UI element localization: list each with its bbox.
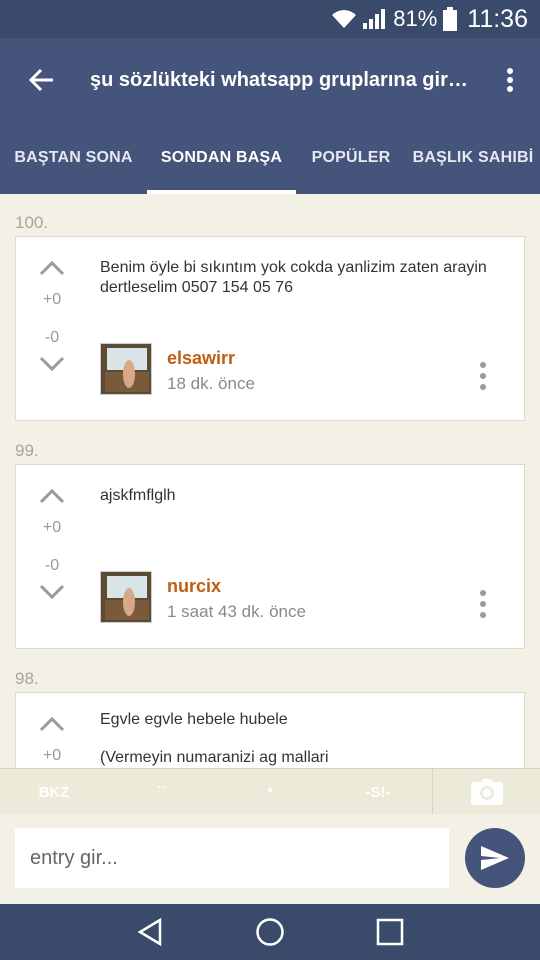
spoiler-button[interactable]: -S!- — [324, 769, 432, 815]
tab-sondan-basa[interactable]: SONDAN BAŞA — [147, 122, 296, 194]
avatar[interactable] — [100, 571, 152, 623]
status-bar: 81% 11:36 — [0, 0, 540, 38]
vote-column: +0 — [16, 715, 88, 765]
back-button[interactable] — [0, 38, 84, 122]
page-title: şu sözlükteki whatsapp gruplarına girmek — [90, 68, 480, 91]
more-vertical-icon — [480, 590, 486, 596]
bkz-button[interactable]: BKZ — [0, 769, 108, 815]
entry-input[interactable] — [15, 828, 449, 888]
star-button[interactable]: * — [216, 769, 324, 815]
entry-text: ajskfmflglh — [100, 487, 176, 504]
entry-time: 18 dk. önce — [167, 374, 255, 393]
downvote-count: -0 — [44, 329, 60, 346]
composer — [0, 814, 540, 904]
entry-number: 98. — [15, 669, 39, 688]
upvote-count: +0 — [42, 519, 62, 536]
entry-text-line: (Vermeyin numaranizi ag mallari — [100, 749, 329, 766]
nav-recents-button[interactable] — [360, 904, 420, 960]
tab-bar: BAŞTAN SONA SONDAN BAŞA POPÜLER BAŞLIK S… — [0, 122, 540, 194]
downvote-icon[interactable] — [38, 355, 66, 373]
upvote-icon[interactable] — [38, 715, 66, 733]
author-name[interactable]: nurcix — [167, 576, 221, 597]
camera-button[interactable] — [432, 769, 540, 815]
nav-home-button[interactable] — [240, 904, 300, 960]
entry-text: Egvle egvle hebele hubele — [100, 711, 288, 728]
battery-percent: 81% — [393, 6, 438, 31]
tab-bastan-sona[interactable]: BAŞTAN SONA — [0, 122, 147, 194]
entry-number: 100. — [15, 213, 49, 232]
overflow-menu-button[interactable] — [480, 38, 540, 122]
entry-text: Benim öyle bi sıkıntım yok cokda yanlizi… — [100, 259, 487, 296]
clock: 11:36 — [467, 4, 528, 33]
tab-populer[interactable]: POPÜLER — [296, 122, 406, 194]
more-vertical-icon — [507, 68, 513, 92]
more-vertical-icon — [480, 362, 486, 368]
entry-menu-button[interactable] — [478, 362, 488, 390]
upvote-count: +0 — [42, 747, 62, 764]
vote-column: +0 -0 — [16, 487, 88, 601]
signal-icon — [363, 9, 387, 29]
system-nav-bar — [0, 904, 540, 960]
author-name[interactable]: elsawirr — [167, 348, 235, 369]
arrow-left-icon — [29, 68, 53, 92]
entry-card: +0 -0 ajskfmflglh nurcix 1 saat 43 dk. ö… — [15, 464, 525, 649]
tab-baslik-sahibi[interactable]: BAŞLIK SAHIBİ — [406, 122, 540, 194]
app-bar: şu sözlükteki whatsapp gruplarına girmek… — [0, 38, 540, 194]
upvote-icon[interactable] — [38, 259, 66, 277]
entry-card: +0 -0 Benim öyle bi sıkıntım yok cokda y… — [15, 236, 525, 421]
backtick-button[interactable]: `` — [108, 769, 216, 815]
triangle-back-icon — [137, 918, 162, 946]
entry-list: 100. +0 -0 Benim öyle bi sıkıntım yok co… — [0, 194, 540, 768]
entry-card: +0 Egvle egvle hebele hubele (Vermeyin n… — [15, 692, 525, 768]
camera-icon — [470, 779, 503, 805]
entry-time: 1 saat 43 dk. önce — [167, 602, 306, 621]
wifi-icon — [331, 9, 357, 29]
format-toolbar: BKZ `` * -S!- — [0, 768, 540, 815]
vote-column: +0 -0 — [16, 259, 88, 373]
upvote-count: +0 — [42, 291, 62, 308]
entry-menu-button[interactable] — [478, 590, 488, 618]
battery-icon — [443, 7, 458, 31]
nav-back-button[interactable] — [120, 904, 180, 960]
square-recents-icon — [376, 918, 404, 946]
circle-home-icon — [256, 918, 284, 946]
downvote-icon[interactable] — [38, 583, 66, 601]
send-icon — [481, 846, 509, 870]
entry-number: 99. — [15, 441, 39, 460]
avatar[interactable] — [100, 343, 152, 395]
send-button[interactable] — [465, 828, 525, 888]
upvote-icon[interactable] — [38, 487, 66, 505]
downvote-count: -0 — [44, 557, 60, 574]
